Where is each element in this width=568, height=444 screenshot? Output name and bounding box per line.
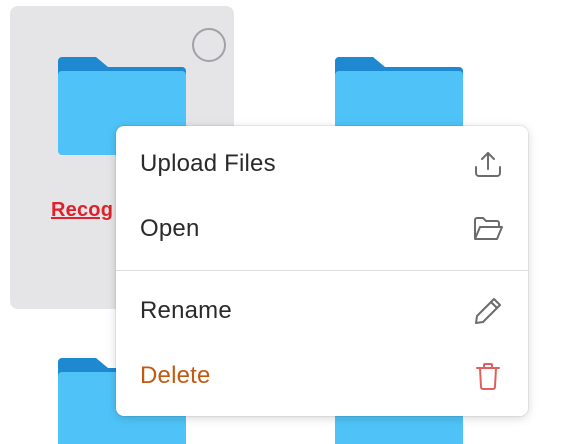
menu-item-label: Delete	[140, 362, 211, 389]
menu-item-upload-files[interactable]: Upload Files	[116, 134, 528, 194]
menu-item-delete[interactable]: Delete	[116, 346, 528, 406]
folder-name-link[interactable]: Recog	[51, 199, 113, 222]
menu-item-label: Rename	[140, 297, 232, 324]
menu-item-label: Upload Files	[140, 150, 276, 177]
context-menu: Upload Files Open Rename Delete	[116, 126, 528, 416]
menu-item-label: Open	[140, 215, 200, 242]
select-checkbox-circle[interactable]	[192, 28, 226, 62]
menu-divider	[116, 270, 528, 271]
upload-icon	[472, 148, 504, 180]
trash-icon	[472, 360, 504, 392]
menu-item-rename[interactable]: Rename	[116, 281, 528, 341]
folder-open-icon	[472, 213, 504, 245]
menu-item-open[interactable]: Open	[116, 199, 528, 259]
file-browser-grid: Recog Upload Files Open Rename Delete	[0, 0, 568, 444]
pencil-icon	[472, 295, 504, 327]
